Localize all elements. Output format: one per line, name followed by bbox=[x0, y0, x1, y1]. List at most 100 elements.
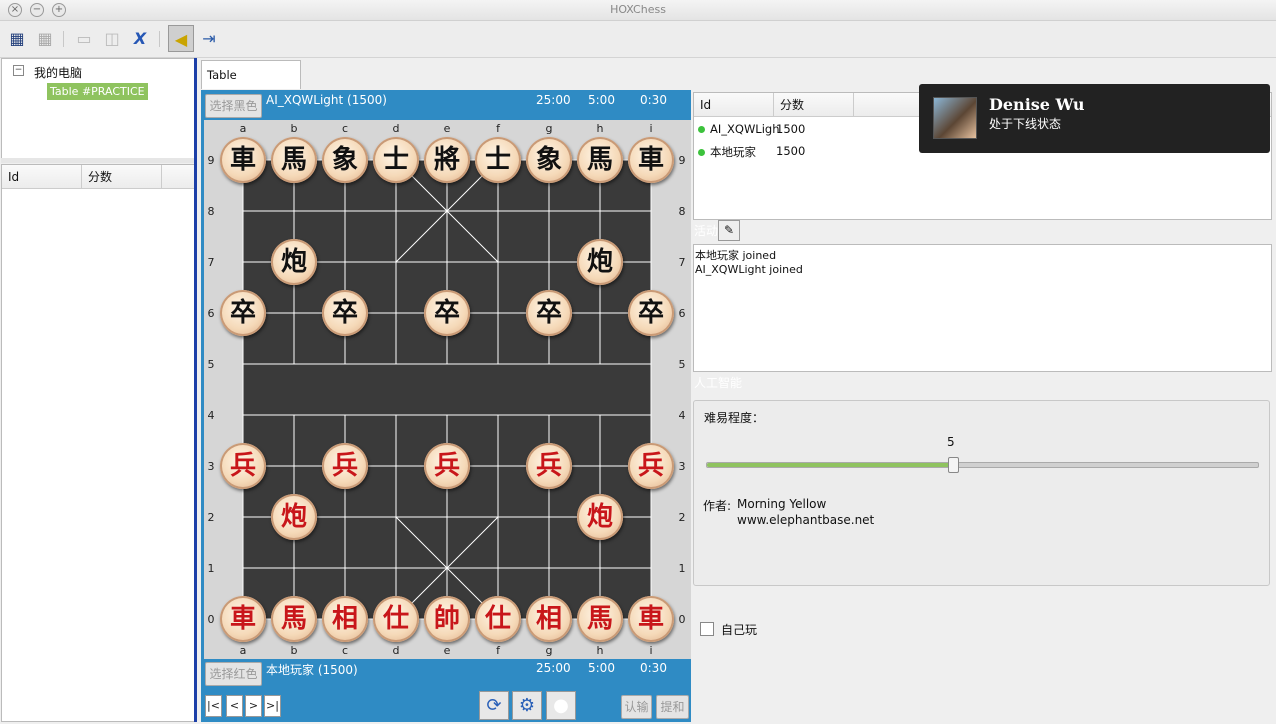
activity-log: 本地玩家 joined AI_XQWLight joined bbox=[693, 244, 1272, 372]
red-piece[interactable]: 仕 bbox=[475, 596, 521, 642]
save-icon[interactable]: ◫ bbox=[101, 28, 123, 50]
file-label-bottom: i bbox=[649, 644, 652, 657]
black-piece[interactable]: 炮 bbox=[271, 239, 317, 285]
red-piece[interactable]: 帥 bbox=[424, 596, 470, 642]
red-piece[interactable]: 相 bbox=[322, 596, 368, 642]
player-score: 1500 bbox=[776, 144, 806, 158]
select-red-button[interactable]: 选择红色 bbox=[205, 662, 262, 686]
notification-popup[interactable]: Denise Wu 处于下线状态 bbox=[919, 84, 1270, 153]
black-piece[interactable]: 炮 bbox=[577, 239, 623, 285]
close-x-icon[interactable]: X bbox=[129, 28, 151, 50]
file-label-bottom: a bbox=[240, 644, 247, 657]
table-row[interactable]: AI_XQWLigh 1500 bbox=[698, 122, 805, 136]
difficulty-slider[interactable] bbox=[706, 457, 1259, 473]
column-header-filler bbox=[162, 165, 195, 189]
black-piece[interactable]: 士 bbox=[475, 137, 521, 183]
column-header-score[interactable]: 分数 bbox=[774, 93, 854, 117]
reverse-view-icon[interactable]: ⟳ bbox=[479, 691, 509, 720]
column-header-score[interactable]: 分数 bbox=[82, 165, 162, 189]
board-grid: a a b b c c d d e e f f g g h h i i 9 9 8 8 7 7 6 6 5 5 4 4 3 3 2 2 1 1 0 0 bbox=[208, 122, 686, 657]
black-piece[interactable]: 卒 bbox=[628, 290, 674, 336]
black-piece[interactable]: 象 bbox=[526, 137, 572, 183]
rank-label-right: 6 bbox=[679, 307, 686, 320]
ai-settings-panel: 难易程度： 5 作者: Morning Yellow www.elephantb… bbox=[693, 400, 1270, 586]
black-piece[interactable]: 車 bbox=[220, 137, 266, 183]
black-piece[interactable]: 卒 bbox=[322, 290, 368, 336]
toolbar-separator bbox=[159, 31, 160, 47]
black-piece[interactable]: 卒 bbox=[220, 290, 266, 336]
resign-button[interactable]: 认输 bbox=[621, 695, 652, 719]
top-player-label: AI_XQWLight (1500) bbox=[266, 93, 387, 107]
disconnect-icon[interactable]: ▦ bbox=[34, 28, 56, 50]
red-piece[interactable]: 炮 bbox=[271, 494, 317, 540]
rank-label-left: 2 bbox=[208, 511, 215, 524]
sound-icon[interactable]: ◀ bbox=[168, 25, 194, 52]
top-move-time: 5:00 bbox=[588, 93, 615, 107]
tree-item-table-practice[interactable]: Table #PRACTICE bbox=[47, 83, 148, 100]
red-piece[interactable]: 兵 bbox=[526, 443, 572, 489]
player-id: 本地玩家 bbox=[710, 145, 756, 159]
red-piece[interactable]: 仕 bbox=[373, 596, 419, 642]
author-label: 作者: bbox=[703, 499, 732, 513]
black-piece[interactable]: 車 bbox=[628, 137, 674, 183]
site-tree: − 我的电脑 Table #PRACTICE bbox=[1, 58, 196, 160]
rank-label-right: 2 bbox=[679, 511, 686, 524]
red-piece[interactable]: 車 bbox=[220, 596, 266, 642]
tree-root-label[interactable]: 我的电脑 bbox=[34, 64, 82, 81]
red-piece[interactable]: 馬 bbox=[577, 596, 623, 642]
red-piece[interactable]: 馬 bbox=[271, 596, 317, 642]
red-piece[interactable]: 兵 bbox=[322, 443, 368, 489]
column-header-id[interactable]: Id bbox=[694, 93, 774, 117]
difficulty-value: 5 bbox=[947, 435, 955, 449]
difficulty-slider-handle[interactable] bbox=[948, 457, 959, 473]
black-piece[interactable]: 卒 bbox=[424, 290, 470, 336]
column-header-id[interactable]: Id bbox=[2, 165, 82, 189]
file-label-bottom: d bbox=[393, 644, 400, 657]
red-piece[interactable]: 相 bbox=[526, 596, 572, 642]
player-id: AI_XQWLigh bbox=[710, 122, 780, 136]
red-piece[interactable]: 兵 bbox=[424, 443, 470, 489]
black-piece[interactable]: 馬 bbox=[577, 137, 623, 183]
black-piece[interactable]: 士 bbox=[373, 137, 419, 183]
red-piece[interactable]: 炮 bbox=[577, 494, 623, 540]
collapse-icon[interactable]: − bbox=[13, 65, 24, 76]
draw-button[interactable]: 提和 bbox=[656, 695, 689, 719]
red-piece[interactable]: 兵 bbox=[628, 443, 674, 489]
clear-broom-icon[interactable]: ✎ bbox=[718, 220, 740, 241]
red-piece[interactable]: 兵 bbox=[220, 443, 266, 489]
nav-first-button[interactable]: |< bbox=[205, 695, 222, 717]
sound-off-icon[interactable]: ● bbox=[546, 691, 576, 720]
splitter-handle[interactable] bbox=[1, 158, 194, 163]
red-piece[interactable]: 車 bbox=[628, 596, 674, 642]
activity-label: 活动 bbox=[694, 224, 719, 238]
open-folder-icon[interactable]: ▭ bbox=[73, 28, 95, 50]
exit-icon[interactable]: ⇥ bbox=[198, 28, 220, 50]
xiangqi-board[interactable]: a a b b c c d d e e f f g g h h i i 9 9 8 8 7 7 6 6 5 5 4 4 3 3 2 2 1 1 0 0 車… bbox=[204, 120, 691, 659]
black-piece[interactable]: 馬 bbox=[271, 137, 317, 183]
file-label-top: c bbox=[342, 122, 348, 135]
black-piece[interactable]: 將 bbox=[424, 137, 470, 183]
rank-label-left: 1 bbox=[208, 562, 215, 575]
table-row[interactable]: 本地玩家 1500 bbox=[698, 144, 805, 160]
file-label-bottom: e bbox=[444, 644, 451, 657]
nav-prev-button[interactable]: < bbox=[226, 695, 243, 717]
nav-last-button[interactable]: >| bbox=[264, 695, 281, 717]
window-title: HOXChess bbox=[610, 3, 666, 16]
file-label-bottom: c bbox=[342, 644, 348, 657]
activity-line: AI_XQWLight joined bbox=[695, 263, 803, 276]
file-label-top: b bbox=[291, 122, 298, 135]
black-piece[interactable]: 象 bbox=[322, 137, 368, 183]
tab-table-practice[interactable]: Table #PRACTICE bbox=[201, 60, 301, 110]
gear-icon[interactable]: ⚙ bbox=[512, 691, 542, 720]
file-label-top: g bbox=[546, 122, 553, 135]
network-icon[interactable]: ▦ bbox=[6, 28, 28, 50]
select-black-button[interactable]: 选择黑色 bbox=[205, 94, 262, 118]
ai-section-label: 人工智能 bbox=[694, 376, 743, 390]
self-play-checkbox[interactable] bbox=[700, 622, 714, 636]
black-piece[interactable]: 卒 bbox=[526, 290, 572, 336]
activity-line: 本地玩家 joined bbox=[695, 249, 777, 262]
nav-next-button[interactable]: > bbox=[245, 695, 262, 717]
file-label-bottom: b bbox=[291, 644, 298, 657]
bottom-player-label: 本地玩家 (1500) bbox=[266, 663, 358, 677]
online-status-icon bbox=[698, 149, 705, 156]
